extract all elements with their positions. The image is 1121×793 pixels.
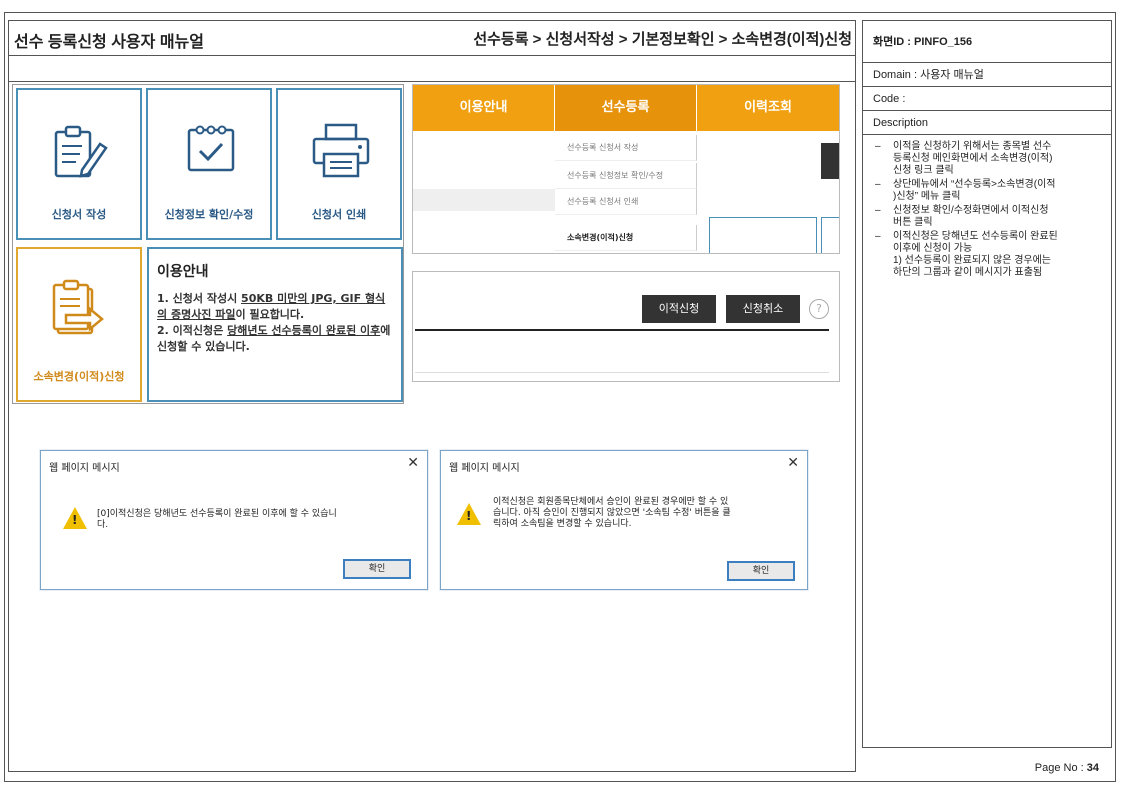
dialog-message: [0]이적신청은 당해년도 선수등록이 완료된 이후에 할 수 있습니 다. <box>97 509 337 530</box>
tile-transfer[interactable]: 소속변경(이적)신청 <box>16 247 142 402</box>
description-item: 이적을 신청하기 위해서는 종목별 선수 등록신청 메인화면에서 소속변경(이적… <box>871 141 1103 177</box>
description-label: Description <box>863 111 1111 135</box>
description-item: 상단메뉴에서 “선수등록>소속변경(이적 )신청” 메뉴 클릭 <box>871 179 1103 203</box>
printer-icon <box>312 123 370 178</box>
menu-tab-history[interactable]: 이력조회 <box>697 85 839 131</box>
guide-text: 2. 이적신청은 <box>157 324 228 337</box>
tile-apply-write[interactable]: 신청서 작성 <box>16 88 142 240</box>
page-no-label: Page No : <box>1034 762 1084 774</box>
close-icon[interactable]: ✕ <box>787 455 799 471</box>
tile-label: 신청정보 확인/수정 <box>164 208 254 221</box>
domain-label: Domain : 사용자 매뉴얼 <box>863 63 1111 87</box>
usage-guide: 이용안내 1. 신청서 작성시 50KB 미만의 JPG, GIF 형식의 증명… <box>147 247 403 402</box>
description-list: 이적을 신청하기 위해서는 종목별 선수 등록신청 메인화면에서 소속변경(이적… <box>863 135 1111 281</box>
guide-text: 1. 신청서 작성시 <box>157 292 242 305</box>
menu-tab-guide[interactable]: 이용안내 <box>413 85 555 131</box>
page-number: Page No : 34 <box>1035 762 1099 774</box>
usage-guide-line1: 1. 신청서 작성시 50KB 미만의 JPG, GIF 형식의 증명사진 파일… <box>157 291 393 323</box>
tile-label: 신청서 작성 <box>51 208 107 221</box>
partial-dark-block <box>821 143 839 179</box>
header-bar: 선수 등록신청 사용자 매뉴얼 선수등록 > 신청서작성 > 기본정보확인 > … <box>8 20 856 56</box>
tile-label: 신청서 인쇄 <box>311 208 367 221</box>
guide-text: 이 필요합니다. <box>235 308 305 321</box>
cancel-request-button[interactable]: 신청취소 <box>726 295 800 323</box>
submenu-item-edit[interactable]: 선수등록 신청정보 확인/수정 <box>555 163 697 189</box>
tile-apply-edit[interactable]: 신청정보 확인/수정 <box>146 88 272 240</box>
usage-guide-line2: 2. 이적신청은 당해년도 선수등록이 완료된 이후에 신청할 수 있습니다. <box>157 323 393 355</box>
submenu-item-write[interactable]: 선수등록 신청서 작성 <box>555 135 697 161</box>
ok-button[interactable]: 확인 <box>727 561 795 581</box>
dialog-title: 웹 페이지 메시지 <box>49 463 120 474</box>
message-dialog-2: 웹 페이지 메시지 ✕ ! 이적신청은 회원종목단체에서 승인이 완료된 경우에… <box>440 450 808 590</box>
tile-apply-print[interactable]: 신청서 인쇄 <box>276 88 402 240</box>
submenu-item-transfer[interactable]: 소속변경(이적)신청 <box>555 225 697 251</box>
usage-guide-title: 이용안내 <box>157 264 209 280</box>
dialog-message: 이적신청은 회원종목단체에서 승인이 완료된 경우에만 할 수 있 습니다. 아… <box>493 497 731 529</box>
menu-tab-register[interactable]: 선수등록 <box>555 85 697 131</box>
divider <box>415 329 829 331</box>
description-item: 이적신청은 당해년도 선수등록이 완료된 이후에 신청이 가능 1) 선수등록이… <box>871 231 1103 279</box>
tile-label: 소속변경(이적)신청 <box>33 370 125 383</box>
submenu-item-print[interactable]: 선수등록 신청서 인쇄 <box>555 189 697 215</box>
description-panel: 화면ID : PINFO_156 Domain : 사용자 매뉴얼 Code :… <box>862 20 1112 748</box>
screen-id: 화면ID : PINFO_156 <box>863 21 1111 63</box>
action-bar: 이적신청 신청취소 ? <box>412 271 840 382</box>
partial-tile <box>709 217 817 253</box>
ok-button[interactable]: 확인 <box>343 559 411 579</box>
top-menu: 이용안내 선수등록 이력조회 선수등록 신청서 작성 선수등록 신청정보 확인/… <box>412 84 840 254</box>
calendar-check-icon <box>187 125 235 172</box>
message-dialog-1: 웹 페이지 메시지 ✕ ! [0]이적신청은 당해년도 선수등록이 완료된 이후… <box>40 450 428 590</box>
description-item: 신청정보 확인/수정화면에서 이적신청 버튼 클릭 <box>871 205 1103 229</box>
transfer-request-button[interactable]: 이적신청 <box>642 295 716 323</box>
clipboard-pen-icon <box>54 125 108 178</box>
manual-title: 선수 등록신청 사용자 매뉴얼 <box>14 34 204 51</box>
page-no-value: 34 <box>1086 762 1099 774</box>
breadcrumb: 선수등록 > 신청서작성 > 기본정보확인 > 소속변경(이적)신청 <box>473 31 852 48</box>
warning-icon: ! <box>457 503 481 525</box>
clipboard-arrow-icon <box>52 279 104 335</box>
help-icon[interactable]: ? <box>809 299 829 319</box>
subheader-bar <box>8 56 856 82</box>
menu-row-bg <box>413 189 555 211</box>
warning-icon: ! <box>63 507 87 529</box>
guide-emphasis: 당해년도 선수등록이 완료된 이후 <box>227 324 381 337</box>
dialog-title: 웹 페이지 메시지 <box>449 463 520 474</box>
partial-tile <box>821 217 839 253</box>
close-icon[interactable]: ✕ <box>407 455 419 471</box>
divider <box>415 372 829 373</box>
code-label: Code : <box>863 87 1111 111</box>
